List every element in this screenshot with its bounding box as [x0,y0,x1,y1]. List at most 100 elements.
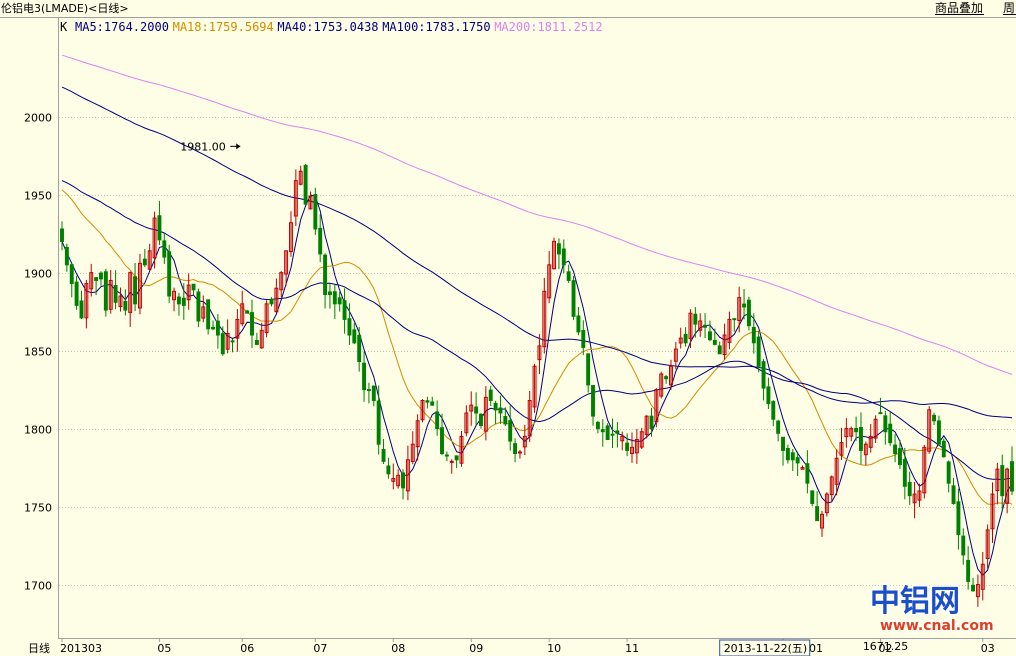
candle-body [430,401,435,406]
candle-body [357,334,362,363]
candle-body [761,361,766,389]
candle-body [556,243,561,255]
period-week-button[interactable]: 周 [1003,1,1015,15]
candle-body [215,320,220,336]
x-tick-label: 03 [981,642,995,655]
candle-body [513,443,518,455]
candle-body [503,415,508,425]
x-tick-label: 08 [391,642,405,655]
candle-body [936,420,941,445]
candle-body [123,300,128,311]
ma5-line [61,194,1013,576]
y-tick-label: 2000 [24,112,52,125]
ma-legend-item: MA40:1753.0438 [277,20,378,34]
candle-body [785,448,790,461]
ma-legend-item: MA100:1783.1750 [382,20,490,34]
candle-body [74,281,79,306]
candle-body [454,455,459,461]
y-tick-label: 1850 [24,346,52,359]
candle-body [133,276,138,305]
candle-body [488,389,493,402]
candle-body [625,442,630,451]
candle-body [1000,465,1005,497]
high-price-label: 1981.00 [180,140,226,153]
candle-body [649,415,654,430]
candle-body [347,318,352,336]
candle-body [167,251,172,297]
candle-body [766,386,771,405]
candle-body [742,303,747,308]
candle-body [776,420,781,434]
candle-body [386,465,391,475]
candle-body [425,400,430,403]
candle-body [142,258,147,266]
candle-body [99,272,103,280]
candle-body [771,401,776,420]
x-tick-label: 201303 [60,642,102,655]
candle-body [162,240,167,258]
candle-body [888,423,893,444]
candle-body [591,385,595,417]
candle-body [859,426,863,451]
candle-body [444,454,449,457]
candle-body [157,215,162,241]
price-annotations: 1981.001671.25 [180,140,908,652]
y-axis-labels: 2000 1950 1900 1850 1800 1750 1700 [24,112,52,593]
candle-body [854,428,859,433]
candle-body [79,300,84,319]
candle-body [196,291,201,322]
y-tick-label: 1700 [24,580,52,593]
candlestick-chart[interactable]: 伦铝电3(LMADE)<日线> 商品叠加 周 K MA5:1764.2000 MA… [0,0,1016,656]
candle-body [693,313,698,325]
candle-body [966,559,971,582]
candle-body [581,330,586,348]
candle-body [337,297,342,305]
candle-body [878,412,883,415]
candle-body [220,333,225,355]
candle-body [946,461,951,484]
candle-body [94,277,99,281]
candle-body [586,353,591,386]
candle-body [181,297,186,306]
candle-body [907,481,912,497]
candle-body [342,300,347,320]
candle-body [932,414,937,422]
candle-body [1010,461,1014,492]
candle-body [435,411,440,430]
ma-legend-item: MA5:1764.2000 [75,20,169,34]
x-tick-label: 02 [878,642,892,655]
y-tick-label: 1800 [24,424,52,437]
candle-body [790,452,795,461]
candle-body [883,415,888,433]
candle-body [323,254,328,295]
watermark-logo: 中铝网 www.cnal.com [869,583,995,636]
candle-body [600,429,605,433]
candle-body [371,385,376,402]
candle-body [707,331,712,341]
candle-body [254,340,259,345]
overlay-button[interactable]: 商品叠加 [935,0,983,15]
candle-body [717,345,722,355]
ma40-line [61,180,1013,481]
cursor-date-label: 2013-11-22(五) [724,642,808,655]
candle-body [381,449,386,462]
candle-body [230,340,235,343]
cursor-date-box: 2013-11-22(五) [719,639,811,656]
candle-body [401,472,405,489]
candle-body [561,248,566,266]
candle-body [211,326,215,330]
candle-body [571,280,576,317]
chart-title: 伦铝电3(LMADE)<日线> [1,1,129,15]
candle-body [318,227,323,255]
x-tick-label: 09 [469,642,483,655]
candle-body [712,339,717,345]
candle-body [941,440,946,458]
x-axis-labels: 201303050607080910112014010203 [60,638,995,655]
candle-body [751,326,756,344]
candle-body [313,194,318,230]
candle-body [352,329,357,344]
candle-body [303,164,308,205]
candle-body [810,490,815,504]
svg-text:www.cnal.com: www.cnal.com [880,618,994,634]
candle-body [897,448,902,465]
